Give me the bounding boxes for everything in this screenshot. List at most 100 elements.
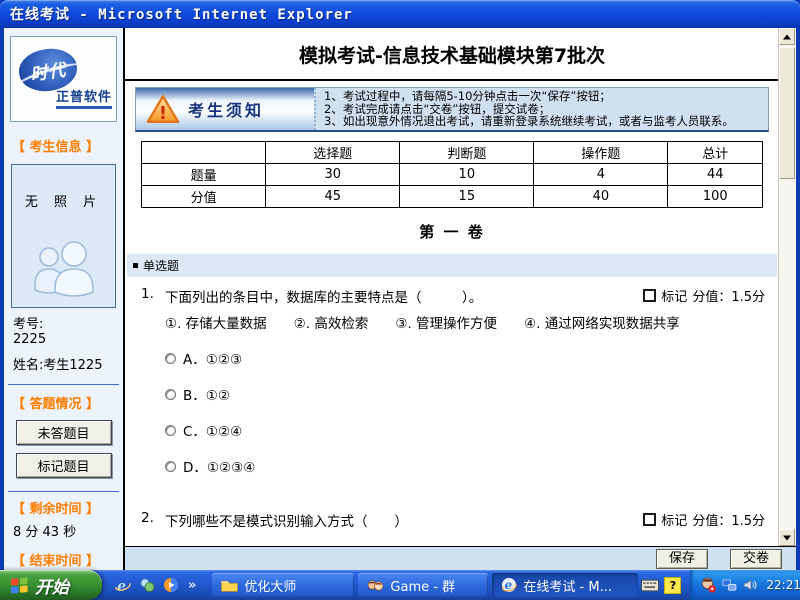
- header-cell: 操作题: [534, 142, 668, 164]
- remaining-time-label: 【 剩余时间 】: [12, 498, 115, 517]
- messenger-quicklaunch-icon[interactable]: [138, 577, 155, 594]
- value-cell: 10: [400, 164, 534, 186]
- media-player-quicklaunch-icon[interactable]: [162, 577, 179, 594]
- action-bar: 保存 交卷: [125, 546, 796, 570]
- page-title: 模拟考试-信息技术基础模块第7批次: [131, 41, 773, 68]
- taskbar-item-label: 在线考试 - M...: [523, 576, 612, 595]
- network-tray-icon[interactable]: [721, 577, 737, 593]
- question-type-label: 单选题: [143, 257, 179, 274]
- taskbar-clock[interactable]: 22:21: [766, 578, 800, 592]
- scrollbar-thumb[interactable]: [779, 47, 795, 179]
- score-label: 分值：1.5分: [692, 510, 765, 529]
- help-icon[interactable]: ?: [663, 577, 682, 593]
- sidebar-divider-2: [8, 491, 119, 492]
- header-cell: 判断题: [400, 142, 534, 164]
- end-time-label: 【 结束时间 】: [12, 550, 115, 569]
- notice-header-panel: ! 考生须知: [136, 88, 314, 130]
- down-arrow-icon: [783, 535, 791, 540]
- candidate-name: 姓名:考生1225: [13, 358, 123, 373]
- option-label: A．①②③: [183, 348, 242, 368]
- taskbar-item-youhuadashi[interactable]: 优化大师: [212, 573, 354, 597]
- question-list: 1. 下面列出的条目中，数据库的主要特点是（ ）。 标记 分值：1.5分 ①. …: [125, 286, 779, 546]
- title-rule: [125, 79, 779, 81]
- question-number: 2.: [141, 510, 165, 526]
- qq-group-icon: [367, 578, 384, 593]
- radio-button[interactable]: [165, 353, 176, 364]
- header-cell: 总计: [668, 142, 763, 164]
- option-label: C．①②④: [183, 420, 242, 440]
- no-photo-text: 无 照 片: [12, 191, 115, 210]
- up-arrow-icon: [783, 34, 791, 39]
- mark-checkbox[interactable]: [643, 289, 656, 302]
- radio-button[interactable]: [165, 425, 176, 436]
- question-1: 1. 下面列出的条目中，数据库的主要特点是（ ）。 标记 分值：1.5分 ①. …: [141, 286, 767, 476]
- notice-lines: 1、考试过程中，请每隔5-10分钟点击一次“保存”按钮； 2、考试完成请点击“交…: [314, 88, 768, 130]
- taskbar-item-game-group[interactable]: Game - 群: [358, 573, 488, 597]
- mark-checkbox[interactable]: [643, 513, 656, 526]
- scroll-up-button[interactable]: [779, 28, 795, 45]
- logo-text-secondary: 正普软件: [56, 86, 112, 109]
- option-label: D．①②③④: [183, 456, 255, 476]
- window-frame: 时代 正普软件 【 考生信息 】 无 照 片: [0, 28, 800, 570]
- square-bullet-icon: [133, 263, 138, 268]
- ie-quicklaunch-icon[interactable]: e: [114, 577, 131, 594]
- logo-text-primary: 时代: [28, 55, 67, 85]
- answer-option[interactable]: B．①②: [165, 384, 767, 404]
- qq-tray-icon[interactable]: [700, 577, 716, 593]
- quick-launch-bar: e »: [102, 577, 202, 594]
- save-button[interactable]: 保存: [656, 549, 708, 569]
- sidebar-divider: [8, 384, 119, 385]
- score-label: 分值：1.5分: [692, 286, 765, 305]
- svg-text:e: e: [117, 578, 126, 594]
- window-titlebar: 在线考试 - Microsoft Internet Explorer: [0, 0, 800, 28]
- notice-header-text: 考生须知: [188, 97, 264, 121]
- option-label: B．①②: [183, 384, 230, 404]
- question-text: 下列哪些不是模式识别输入方式（ ）: [165, 510, 635, 530]
- question-type-bar: 单选题: [127, 254, 777, 277]
- answer-option[interactable]: C．①②④: [165, 420, 767, 440]
- value-cell: 100: [668, 186, 763, 208]
- radio-button[interactable]: [165, 461, 176, 472]
- vertical-scrollbar[interactable]: [778, 28, 796, 546]
- start-label: 开始: [35, 573, 69, 598]
- unanswered-questions-button[interactable]: 未答题目: [16, 420, 112, 445]
- value-cell: 45: [266, 186, 400, 208]
- volume-title: 第 一 卷: [125, 221, 779, 242]
- answer-option[interactable]: A．①②③: [165, 348, 767, 368]
- mark-label: 标记: [661, 510, 687, 529]
- header-cell: [142, 142, 266, 164]
- value-cell: 40: [534, 186, 668, 208]
- taskbar-item-label: 优化大师: [244, 576, 296, 595]
- taskbar-item-online-exam[interactable]: e 在线考试 - M...: [492, 573, 638, 597]
- question-number: 1.: [141, 286, 165, 302]
- exam-number-value: 2225: [13, 332, 123, 347]
- candidate-info-label: 【 考生信息 】: [12, 136, 115, 155]
- question-subtext: ①. 存储大量数据 ②. 高效检索 ③. 管理操作方便 ④. 通过网络实现数据共…: [165, 312, 767, 332]
- taskbar-items: 优化大师 Game - 群 e 在线考试 - M...: [212, 573, 638, 597]
- photo-placeholder: 无 照 片: [11, 164, 116, 308]
- ie-icon: e: [501, 577, 517, 593]
- row-label-cell: 分值: [142, 186, 266, 208]
- answer-option[interactable]: D．①②③④: [165, 456, 767, 476]
- radio-button[interactable]: [165, 389, 176, 400]
- question-text: 下面列出的条目中，数据库的主要特点是（ ）。: [165, 286, 635, 306]
- window-title: 在线考试 - Microsoft Internet Explorer: [10, 4, 353, 24]
- volume-tray-icon[interactable]: [742, 577, 758, 593]
- quicklaunch-overflow-chevron[interactable]: »: [188, 578, 196, 593]
- value-cell: 15: [400, 186, 534, 208]
- answer-status-label: 【 答题情况 】: [12, 393, 115, 412]
- row-label-cell: 题量: [142, 164, 266, 186]
- table-row: 题量 30 10 4 44: [142, 164, 763, 186]
- scroll-down-button[interactable]: [779, 529, 795, 546]
- page-body: 时代 正普软件 【 考生信息 】 无 照 片: [4, 28, 796, 570]
- start-button[interactable]: 开始: [0, 570, 102, 600]
- browser-window: 在线考试 - Microsoft Internet Explorer 时代 正普…: [0, 0, 800, 600]
- exam-number-label: 考号:: [13, 317, 123, 332]
- system-tray: 22:21: [690, 570, 800, 600]
- value-cell: 30: [266, 164, 400, 186]
- buddies-icon: [28, 239, 100, 297]
- marked-questions-button[interactable]: 标记题目: [16, 453, 112, 478]
- keyboard-layout-icon[interactable]: [640, 577, 659, 593]
- sidebar: 时代 正普软件 【 考生信息 】 无 照 片: [4, 28, 125, 570]
- submit-button[interactable]: 交卷: [730, 549, 782, 569]
